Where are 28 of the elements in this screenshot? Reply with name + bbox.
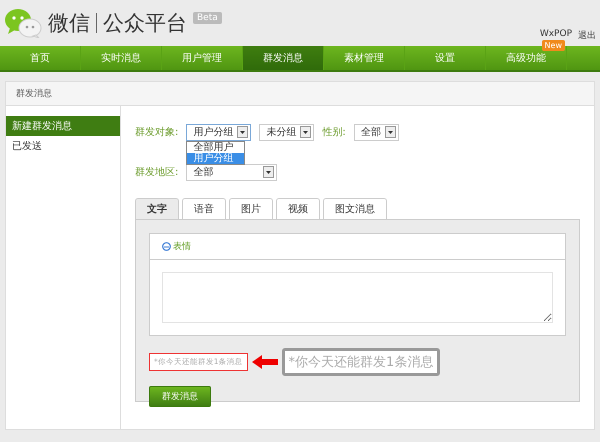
message-type-tab[interactable]: 图文消息 <box>323 198 387 219</box>
callout-note: *你今天还能群发1条消息 <box>282 348 440 376</box>
user-name: WxPOP <box>540 29 572 41</box>
emoji-link[interactable]: 表情 <box>173 240 191 253</box>
brand-name: 微信 <box>48 10 90 37</box>
send-button[interactable]: 群发消息 <box>149 386 211 407</box>
subgroup-select[interactable]: 未分组 <box>259 124 314 140</box>
gender-select[interactable]: 全部 <box>354 124 399 140</box>
message-type-tab[interactable]: 文字 <box>135 198 179 219</box>
beta-badge: Beta <box>193 12 222 24</box>
chat-bubbles-icon <box>4 8 42 38</box>
gender-label: 性别: <box>322 126 346 139</box>
message-type-tab[interactable]: 语音 <box>182 198 226 219</box>
left-arrow-icon <box>252 355 278 369</box>
new-badge: New <box>542 40 565 51</box>
sidebar-item[interactable]: 新建群发消息 <box>6 116 120 136</box>
dropdown-option[interactable]: 全部用户 <box>187 142 244 152</box>
region-select[interactable]: 全部 <box>186 164 278 180</box>
logout-link[interactable]: 退出 <box>578 29 596 42</box>
product-name: 公众平台 <box>103 10 187 37</box>
region-label: 群发地区: <box>135 166 178 179</box>
message-type-tab[interactable]: 视频 <box>276 198 320 219</box>
message-input[interactable] <box>162 272 553 323</box>
message-type-tab[interactable]: 图片 <box>229 198 273 219</box>
target-label: 群发对象: <box>135 126 178 139</box>
breadcrumb: 群发消息 <box>6 82 594 106</box>
sidebar-item[interactable]: 已发送 <box>6 136 120 156</box>
nav-tab[interactable]: 群发消息 <box>243 46 324 70</box>
